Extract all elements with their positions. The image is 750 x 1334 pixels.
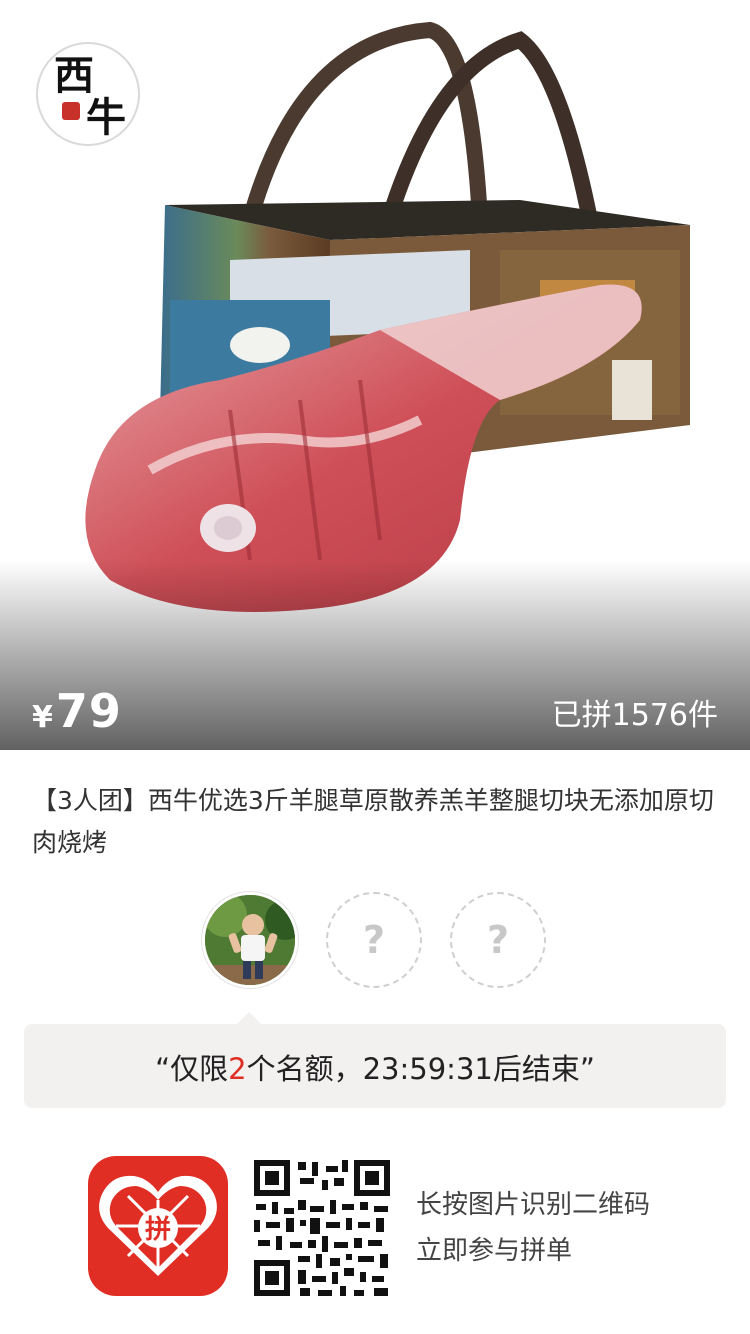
brand-logo-char-1: 西: [54, 52, 94, 99]
quota-close: 后结束”: [492, 1052, 595, 1086]
price-value: 79: [55, 684, 122, 738]
slots-left: 2: [228, 1052, 247, 1086]
countdown-timer: 23:59:31: [362, 1052, 493, 1086]
question-mark-icon: ?: [362, 918, 386, 962]
heart-logo-icon: 拼: [99, 1175, 217, 1276]
price-currency: ¥: [32, 700, 54, 735]
scan-tip-line-1: 长按图片识别二维码: [416, 1190, 651, 1220]
sold-count: 已拼1576件: [551, 698, 718, 733]
scan-instructions: 长按图片识别二维码 立即参与拼单: [416, 1182, 650, 1274]
brand-logo-seal: [62, 102, 80, 120]
quota-notice: “仅限2个名额，23:59:31后结束”: [24, 1024, 726, 1108]
quota-open: “仅限: [155, 1052, 229, 1086]
empty-member-slot[interactable]: ?: [450, 892, 546, 988]
product-title[interactable]: 【3人团】西牛优选3斤羊腿草原散养羔羊整腿切块无添加原切肉烧烤: [32, 780, 722, 864]
quota-mid: 个名额，: [246, 1052, 363, 1086]
child-avatar-photo: [205, 895, 295, 985]
group-members: ? ?: [0, 892, 750, 992]
price: ¥79: [32, 684, 122, 738]
member-avatar[interactable]: [202, 892, 298, 988]
qr-code[interactable]: [250, 1156, 394, 1300]
scan-tip-line-2: 立即参与拼单: [416, 1236, 573, 1266]
question-mark-icon: ?: [486, 918, 510, 962]
app-icon-label: 拼: [145, 1215, 171, 1245]
brand-logo: 西 牛: [36, 42, 140, 146]
pinduoduo-app-icon: 拼: [88, 1156, 228, 1296]
empty-member-slot[interactable]: ?: [326, 892, 422, 988]
qr-code-icon: [250, 1156, 394, 1300]
product-image: 西 牛 ¥79 已拼1576件: [0, 0, 750, 750]
quota-notice-text: “仅限2个名额，23:59:31后结束”: [24, 1046, 726, 1088]
brand-logo-char-2: 牛: [86, 94, 126, 141]
